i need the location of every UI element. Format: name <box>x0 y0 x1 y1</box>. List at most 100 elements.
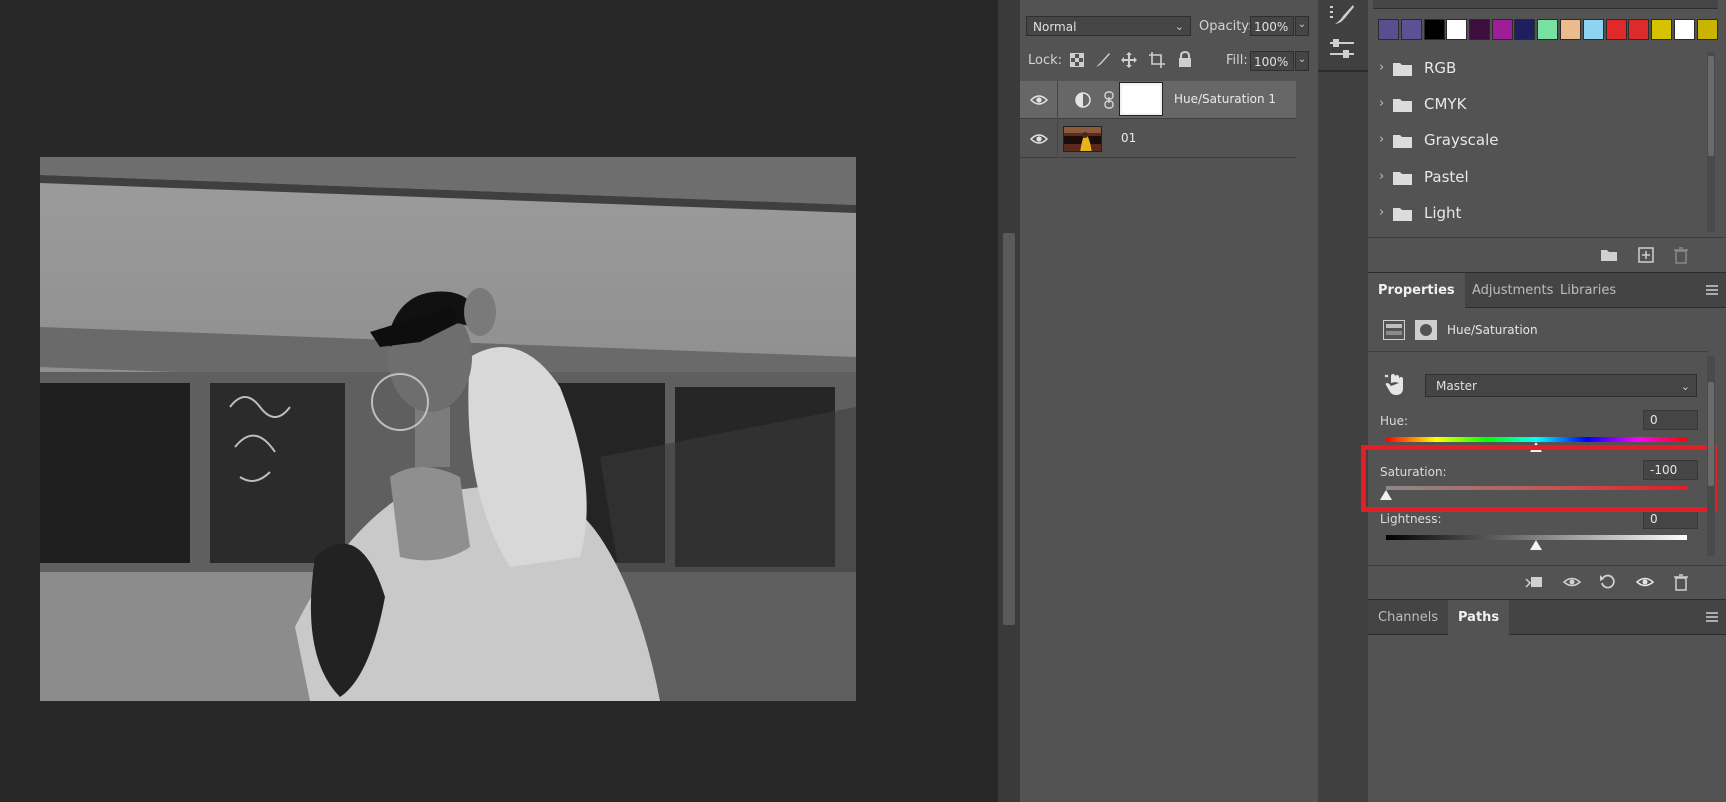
folder-icon <box>1393 135 1412 148</box>
hue-value: 0 <box>1650 413 1658 427</box>
swatch-group-light[interactable]: › Light <box>1368 196 1708 232</box>
swatches-scrollbar-thumb[interactable] <box>1708 56 1714 156</box>
color-swatch[interactable] <box>1674 19 1695 40</box>
tab-libraries[interactable]: Libraries <box>1550 273 1626 309</box>
layer-mask-icon[interactable] <box>1415 320 1437 340</box>
properties-scrollbar-thumb[interactable] <box>1708 382 1714 486</box>
divider <box>1368 237 1726 238</box>
blend-mode-value: Normal <box>1033 20 1077 34</box>
photo-grayscale <box>40 157 856 701</box>
new-swatch-icon[interactable] <box>1635 244 1657 266</box>
opacity-value: 100% <box>1254 20 1289 34</box>
targeted-adjustment-hand-icon[interactable] <box>1384 373 1406 397</box>
tab-adjustments[interactable]: Adjustments <box>1462 273 1563 309</box>
panel-menu-icon[interactable] <box>1706 284 1718 295</box>
color-swatch[interactable] <box>1492 19 1513 40</box>
lightness-value: 0 <box>1650 512 1658 526</box>
document-image[interactable] <box>40 157 856 701</box>
color-swatch[interactable] <box>1697 19 1718 40</box>
eye-icon[interactable] <box>1029 132 1049 146</box>
saturation-highlight-box <box>1361 445 1717 512</box>
chevron-right-icon[interactable]: › <box>1379 205 1384 220</box>
swatch-group-name: Light <box>1424 204 1462 222</box>
delete-adjustment-trash-icon[interactable] <box>1670 571 1692 593</box>
color-swatch[interactable] <box>1537 19 1558 40</box>
folder-icon <box>1393 63 1412 76</box>
layer-mask-thumbnail[interactable] <box>1119 82 1163 116</box>
layer-thumbnail[interactable] <box>1063 126 1102 152</box>
adjustment-title: Hue/Saturation <box>1447 323 1538 337</box>
properties-tab-bar: Properties Adjustments Libraries <box>1368 272 1726 309</box>
color-swatch[interactable] <box>1651 19 1672 40</box>
lock-transparent-pixels-icon[interactable] <box>1070 53 1084 67</box>
lock-all-icon[interactable] <box>1178 50 1192 67</box>
swatch-group-grayscale[interactable]: › Grayscale <box>1368 123 1708 159</box>
lock-label: Lock: <box>1028 53 1063 68</box>
chevron-right-icon[interactable]: › <box>1379 60 1384 75</box>
lightness-slider-thumb[interactable] <box>1530 540 1542 550</box>
swatch-group-name: RGB <box>1424 59 1457 77</box>
eye-icon[interactable] <box>1029 93 1049 107</box>
panel-menu-icon[interactable] <box>1706 611 1718 622</box>
color-swatch[interactable] <box>1606 19 1627 40</box>
blend-mode-dropdown[interactable]: Normal ⌄ <box>1026 16 1191 36</box>
adjustments-sliders-icon[interactable] <box>1329 39 1355 59</box>
new-group-folder-icon[interactable] <box>1598 244 1620 266</box>
layer-row-hue-saturation[interactable]: Hue/Saturation 1 <box>1020 81 1296 119</box>
tab-channels[interactable]: Channels <box>1368 600 1448 636</box>
channels-paths-tab-bar: Channels Paths <box>1368 599 1726 636</box>
chevron-down-icon: ⌄ <box>1680 380 1690 393</box>
tool-strip-divider <box>1318 70 1368 72</box>
chevron-right-icon[interactable]: › <box>1379 96 1384 111</box>
color-swatch[interactable] <box>1469 19 1490 40</box>
hue-input[interactable]: 0 <box>1643 410 1698 430</box>
hue-saturation-adjustment-icon <box>1383 320 1405 340</box>
color-swatch[interactable] <box>1514 19 1535 40</box>
color-swatch[interactable] <box>1560 19 1581 40</box>
toggle-visibility-eye-icon[interactable] <box>1634 571 1656 593</box>
tab-properties[interactable]: Properties <box>1368 273 1465 309</box>
opacity-input[interactable]: 100% <box>1250 16 1294 36</box>
swatch-group-name: Pastel <box>1424 168 1469 186</box>
color-swatch[interactable] <box>1583 19 1604 40</box>
lightness-input[interactable]: 0 <box>1643 509 1698 529</box>
tab-paths[interactable]: Paths <box>1448 600 1510 636</box>
chevron-right-icon[interactable]: › <box>1379 132 1384 147</box>
opacity-label: Opacity: <box>1199 19 1253 34</box>
folder-icon <box>1393 208 1412 221</box>
folder-icon <box>1393 172 1412 185</box>
color-swatch[interactable] <box>1424 19 1445 40</box>
layer-name[interactable]: Hue/Saturation 1 <box>1174 92 1276 106</box>
adjustment-layer-icon <box>1075 92 1091 108</box>
layer-row-01[interactable]: 01 <box>1020 120 1296 158</box>
layer-name[interactable]: 01 <box>1121 131 1136 145</box>
swatch-group-name: CMYK <box>1424 95 1467 113</box>
preset-value: Master <box>1436 379 1477 393</box>
chain-link-icon[interactable] <box>1104 91 1114 109</box>
canvas-scrollbar-thumb[interactable] <box>1003 233 1015 625</box>
color-swatch[interactable] <box>1628 19 1649 40</box>
preset-dropdown[interactable]: Master ⌄ <box>1425 374 1697 397</box>
color-swatch[interactable] <box>1446 19 1467 40</box>
reset-icon[interactable] <box>1597 571 1619 593</box>
fill-dropdown-chevron-icon[interactable]: ⌄ <box>1295 51 1309 71</box>
fill-input[interactable]: 100% <box>1250 51 1294 71</box>
divider <box>1368 351 1708 352</box>
swatches-search-field[interactable] <box>1373 0 1718 9</box>
brush-history-icon[interactable] <box>1329 4 1355 26</box>
color-swatch[interactable] <box>1401 19 1422 40</box>
swatch-group-rgb[interactable]: › RGB <box>1368 51 1708 87</box>
delete-swatch-trash-icon[interactable] <box>1670 244 1692 266</box>
lightness-label: Lightness: <box>1380 512 1442 526</box>
swatch-group-pastel[interactable]: › Pastel <box>1368 160 1708 196</box>
color-swatch[interactable] <box>1378 19 1399 40</box>
chevron-right-icon[interactable]: › <box>1379 169 1384 184</box>
hue-label: Hue: <box>1380 414 1409 428</box>
clip-to-layer-icon[interactable] <box>1523 571 1545 593</box>
lock-position-move-icon[interactable] <box>1121 52 1137 68</box>
lock-image-pixels-brush-icon[interactable] <box>1095 52 1111 68</box>
lock-artboard-crop-icon[interactable] <box>1149 52 1165 68</box>
opacity-dropdown-chevron-icon[interactable]: ⌄ <box>1295 16 1309 36</box>
view-previous-state-icon[interactable] <box>1561 571 1583 593</box>
swatch-group-cmyk[interactable]: › CMYK <box>1368 87 1708 123</box>
